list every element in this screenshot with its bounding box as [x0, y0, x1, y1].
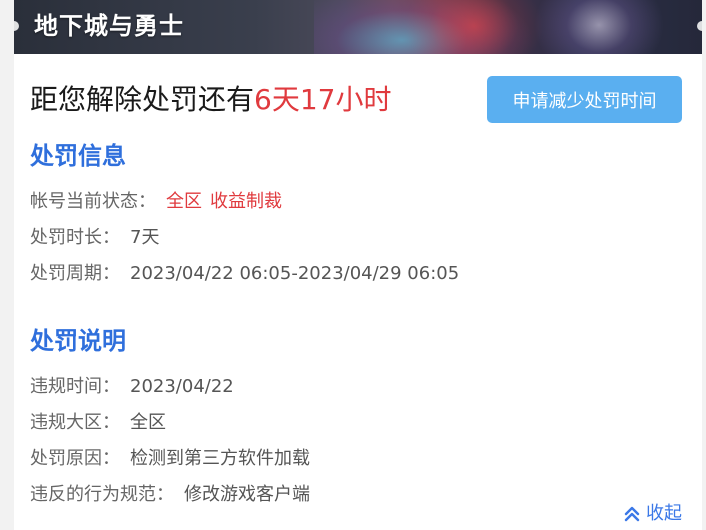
- penalty-duration-row: 处罚时长： 7天: [30, 225, 159, 251]
- violation-region-value: 全区: [130, 412, 166, 433]
- banner-notch-right: [697, 21, 702, 31]
- penalty-period-label: 处罚周期：: [30, 263, 120, 284]
- penalty-duration-value: 7天: [130, 227, 160, 248]
- account-status-row: 帐号当前状态： 全区 收益制裁: [30, 189, 282, 215]
- violation-time-row: 违规时间： 2023/04/22: [30, 374, 234, 400]
- banner-notch-left: [14, 21, 19, 31]
- violated-rule-row: 违反的行为规范： 修改游戏客户端: [30, 482, 310, 508]
- penalty-desc-title: 处罚说明: [30, 327, 126, 355]
- violation-time-value: 2023/04/22: [130, 376, 234, 397]
- banner-art-red: [404, 0, 544, 54]
- violation-time-label: 违规时间：: [30, 376, 120, 397]
- double-chevron-up-icon: [624, 506, 640, 522]
- violated-rule-value: 修改游戏客户端: [184, 484, 310, 505]
- collapse-link[interactable]: 收起: [622, 501, 682, 527]
- penalty-reason-row: 处罚原因： 检测到第三方软件加载: [30, 446, 310, 472]
- penalty-reason-label: 处罚原因：: [30, 448, 120, 469]
- countdown-time: 6天17小时: [254, 83, 392, 116]
- penalty-duration-label: 处罚时长：: [30, 227, 120, 248]
- banner-art-white: [534, 0, 664, 54]
- collapse-label: 收起: [646, 503, 682, 524]
- violation-region-row: 违规大区： 全区: [30, 410, 166, 436]
- penalty-countdown: 距您解除处罚还有6天17小时: [30, 80, 391, 120]
- penalty-info-title: 处罚信息: [30, 142, 126, 170]
- penalty-page: 地下城与勇士 距您解除处罚还有6天17小时 申请减少处罚时间 处罚信息 帐号当前…: [14, 0, 702, 530]
- apply-reduce-penalty-button[interactable]: 申请减少处罚时间: [487, 76, 682, 123]
- game-title: 地下城与勇士: [34, 12, 184, 40]
- penalty-reason-value: 检测到第三方软件加载: [130, 448, 310, 469]
- violation-region-label: 违规大区：: [30, 412, 120, 433]
- account-status-sanction: 收益制裁: [210, 191, 282, 212]
- account-status-scope: 全区: [166, 191, 202, 212]
- account-status-label: 帐号当前状态：: [30, 191, 156, 212]
- penalty-period-row: 处罚周期： 2023/04/22 06:05-2023/04/29 06:05: [30, 261, 459, 287]
- violated-rule-label: 违反的行为规范：: [30, 484, 174, 505]
- game-banner: 地下城与勇士: [14, 0, 702, 54]
- penalty-period-value: 2023/04/22 06:05-2023/04/29 06:05: [130, 263, 460, 284]
- countdown-prefix: 距您解除处罚还有: [30, 83, 255, 116]
